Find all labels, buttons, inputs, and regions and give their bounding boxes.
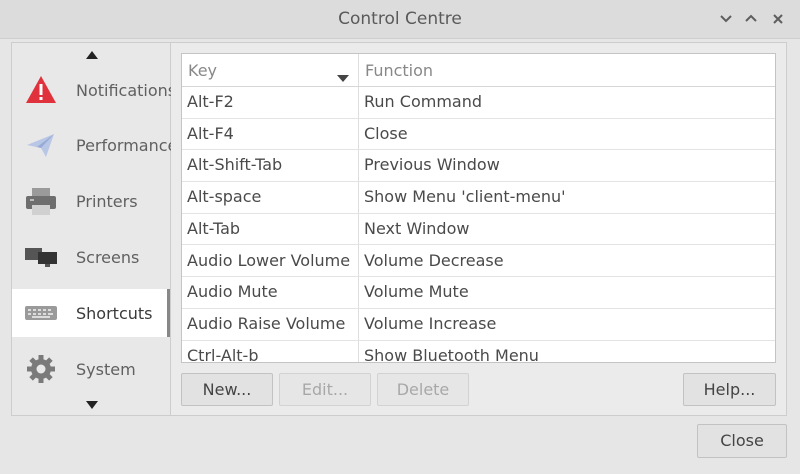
table-row[interactable]: Alt-F2 Run Command bbox=[182, 87, 775, 119]
sidebar-item-shortcuts[interactable]: Shortcuts bbox=[12, 289, 170, 337]
function-cell: Next Window bbox=[364, 218, 470, 238]
close-icon bbox=[773, 14, 783, 24]
key-cell: Alt-F4 bbox=[187, 123, 234, 143]
sidebar-item-printers[interactable]: Printers bbox=[12, 177, 170, 225]
table-row[interactable]: Audio Raise Volume Volume Increase bbox=[182, 309, 775, 341]
title-bar[interactable]: Control Centre bbox=[0, 0, 800, 39]
sidebar-item-label: Shortcuts bbox=[76, 303, 153, 323]
sidebar-item-system[interactable]: System bbox=[12, 345, 170, 393]
key-cell: Audio Raise Volume bbox=[187, 313, 346, 333]
table-row[interactable]: Alt-Shift-Tab Previous Window bbox=[182, 150, 775, 183]
key-cell: Alt-space bbox=[187, 187, 262, 207]
monitors-icon bbox=[24, 240, 58, 274]
function-cell: Run Command bbox=[364, 92, 482, 111]
key-cell: Audio Mute bbox=[187, 282, 278, 302]
warning-icon bbox=[24, 73, 58, 107]
function-cell: Show Menu 'client-menu' bbox=[364, 187, 566, 207]
close-button[interactable]: Close bbox=[697, 424, 787, 458]
scroll-down-button[interactable] bbox=[12, 399, 172, 412]
sidebar-item-screens[interactable]: Screens bbox=[12, 233, 170, 281]
paper-plane-icon bbox=[24, 128, 58, 162]
column-header-key[interactable]: Key bbox=[188, 54, 217, 87]
function-cell: Volume Decrease bbox=[364, 250, 504, 270]
keyboard-icon bbox=[24, 296, 58, 330]
key-cell: Audio Lower Volume bbox=[187, 250, 351, 270]
table-header: Key Function bbox=[182, 54, 775, 87]
printer-icon bbox=[24, 184, 58, 218]
triangle-up-icon bbox=[86, 51, 98, 59]
table-row[interactable]: Audio Lower Volume Volume Decrease bbox=[182, 246, 775, 278]
function-cell: Volume Increase bbox=[364, 313, 497, 333]
sidebar: Notifications Performance Printers Scree… bbox=[11, 42, 177, 416]
close-window-button[interactable] bbox=[768, 9, 788, 29]
table-row[interactable]: Audio Mute Volume Mute bbox=[182, 277, 775, 309]
chevron-down-icon bbox=[720, 15, 732, 23]
table-row[interactable]: Ctrl-Alt-b Show Bluetooth Menu bbox=[182, 341, 775, 363]
function-cell: Show Bluetooth Menu bbox=[364, 345, 539, 363]
minimize-button[interactable] bbox=[716, 9, 736, 29]
sidebar-item-label: Notifications bbox=[76, 80, 177, 100]
key-cell: Alt-Tab bbox=[187, 218, 241, 238]
key-cell: Alt-F2 bbox=[187, 92, 234, 111]
window-title: Control Centre bbox=[338, 9, 462, 29]
table-row[interactable]: Alt-space Show Menu 'client-menu' bbox=[182, 182, 775, 214]
function-cell: Previous Window bbox=[364, 155, 500, 175]
sort-arrow-icon[interactable] bbox=[337, 67, 349, 86]
sidebar-item-performance[interactable]: Performance bbox=[12, 121, 177, 169]
delete-button[interactable]: Delete bbox=[377, 373, 469, 406]
control-centre-window: Control Centre Notifications Performance bbox=[0, 0, 800, 474]
function-cell: Close bbox=[364, 123, 408, 143]
help-button[interactable]: Help... bbox=[683, 373, 776, 406]
edit-button[interactable]: Edit... bbox=[279, 373, 371, 406]
sidebar-item-label: Screens bbox=[76, 247, 140, 267]
sidebar-item-notifications[interactable]: Notifications bbox=[12, 66, 176, 114]
sidebar-item-label: Performance bbox=[76, 135, 178, 155]
new-button[interactable]: New... bbox=[181, 373, 273, 406]
key-cell: Alt-Shift-Tab bbox=[187, 155, 283, 175]
column-header-function[interactable]: Function bbox=[365, 54, 433, 87]
function-cell: Volume Mute bbox=[364, 282, 469, 302]
maximize-button[interactable] bbox=[741, 9, 761, 29]
scroll-up-button[interactable] bbox=[12, 49, 172, 62]
table-row[interactable]: Alt-Tab Next Window bbox=[182, 214, 775, 246]
triangle-down-icon bbox=[86, 401, 98, 409]
sidebar-item-label: System bbox=[76, 359, 136, 379]
shortcuts-table[interactable]: Key Function Alt-F2 Run Command Alt-F4 C… bbox=[181, 53, 776, 363]
gear-icon bbox=[24, 352, 58, 386]
chevron-up-icon bbox=[745, 14, 757, 22]
key-cell: Ctrl-Alt-b bbox=[187, 345, 259, 363]
table-row[interactable]: Alt-F4 Close bbox=[182, 119, 775, 151]
sidebar-item-label: Printers bbox=[76, 191, 138, 211]
